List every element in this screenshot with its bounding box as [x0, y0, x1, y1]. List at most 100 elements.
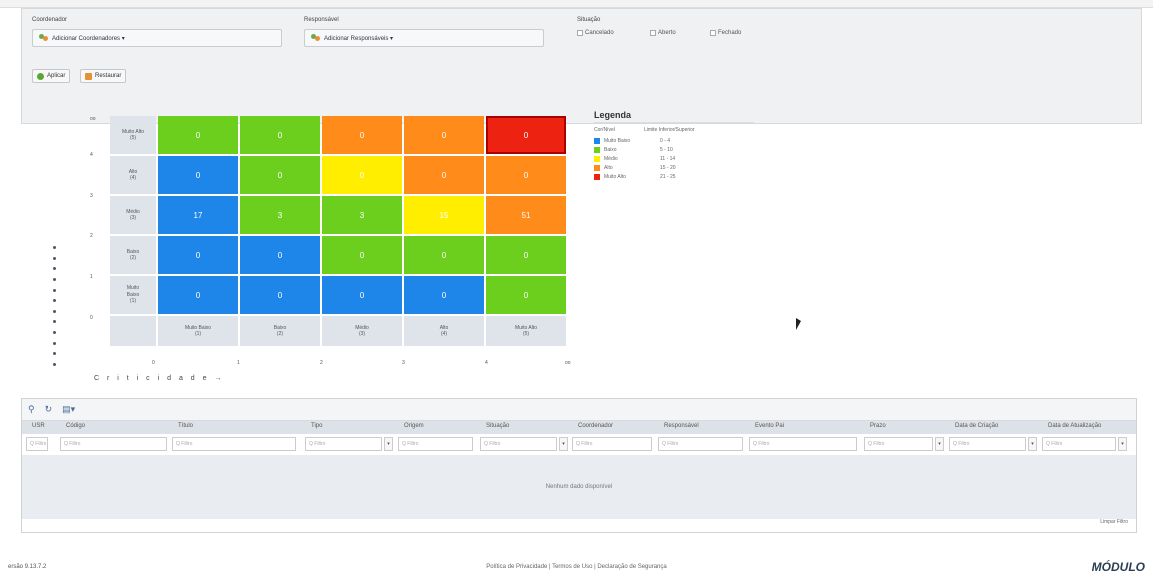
matrix-cell[interactable]: 0 — [404, 116, 484, 154]
grid-column-header[interactable]: Código — [66, 423, 85, 429]
grid-filter-dropdown[interactable]: ▾ — [384, 437, 393, 451]
matrix-cell[interactable]: 0 — [158, 116, 238, 154]
matrix-row-label: Muito Alto (5) — [110, 116, 156, 154]
grid-filter-input[interactable]: Q Filtro — [749, 437, 857, 451]
x-tick-label: 2 — [320, 360, 323, 366]
grid-filter-input[interactable]: Q Filtro — [1042, 437, 1116, 451]
grid-column-header[interactable]: Evento Pai — [755, 423, 784, 429]
matrix-cell[interactable]: 3 — [322, 196, 402, 234]
matrix-row-label: Muito Baixo (1) — [110, 276, 156, 314]
grid-empty-message: Nenhum dado disponível — [22, 455, 1136, 519]
grid-filter-input[interactable]: Q Filtro — [480, 437, 557, 451]
grid-column-header[interactable]: Data de Atualização — [1048, 423, 1101, 429]
clear-filter-link[interactable]: Limpar Filtro — [1100, 519, 1128, 525]
legend-range: 11 - 14 — [660, 155, 676, 162]
matrix-cell[interactable]: 0 — [404, 156, 484, 194]
matrix-col-label: Muito Alto (5) — [486, 316, 566, 346]
grid-column-header[interactable]: Situação — [486, 423, 509, 429]
grid-filter-dropdown[interactable]: ▾ — [935, 437, 944, 451]
grid-column-header[interactable]: USR — [32, 423, 45, 429]
legend-swatch — [594, 146, 600, 153]
legend-name: Médio — [604, 155, 618, 162]
legend-range: 21 - 25 — [660, 173, 676, 180]
grid-filter-dropdown[interactable]: ▾ — [1118, 437, 1127, 451]
grid-filter-input[interactable]: Q Filtro — [398, 437, 473, 451]
restore-button[interactable]: Restaurar — [80, 69, 127, 83]
legend-swatch — [594, 164, 600, 171]
matrix-cell[interactable]: 0 — [158, 236, 238, 274]
matrix-cell[interactable]: 0 — [322, 236, 402, 274]
grid-column-header[interactable]: Origem — [404, 423, 424, 429]
matrix-cell[interactable]: 0 — [240, 276, 320, 314]
coordenador-dropdown[interactable]: Adicionar Coordenadores ▾ — [32, 29, 282, 47]
grid-filter-dropdown[interactable]: ▾ — [1028, 437, 1037, 451]
matrix-cell[interactable]: 15 — [404, 196, 484, 234]
matrix-cell[interactable]: 0 — [240, 236, 320, 274]
mouse-cursor-icon — [796, 318, 801, 330]
responsavel-dropdown[interactable]: Adicionar Responsáveis ▾ — [304, 29, 544, 47]
grid-filter-input[interactable]: Q Filtro — [172, 437, 296, 451]
grid-column-header[interactable]: Tipo — [311, 423, 322, 429]
grid-filter-dropdown[interactable]: ▾ — [559, 437, 568, 451]
checkbox-label: Cancelado — [585, 30, 614, 36]
matrix-cell[interactable]: 0 — [240, 156, 320, 194]
grid-column-header[interactable]: Prazo — [870, 423, 886, 429]
matrix-cell[interactable]: 0 — [322, 116, 402, 154]
legend: Legenda Cor/Nível Limite Inferior/Superi… — [594, 110, 754, 181]
legend-swatch — [594, 173, 600, 180]
refresh-icon[interactable]: ↻ — [45, 404, 53, 415]
matrix-cell[interactable]: 0 — [158, 276, 238, 314]
matrix-cell[interactable]: 0 — [240, 116, 320, 154]
matrix-row-label: Médio (3) — [110, 196, 156, 234]
y-tick-label: 0 — [90, 315, 93, 321]
legend-header: Cor/Nível Limite Inferior/Superior — [594, 127, 754, 133]
matrix-cell[interactable]: 0 — [486, 156, 566, 194]
filter-panel: Coordenador Adicionar Coordenadores ▾ Re… — [21, 8, 1142, 124]
situacao-aberto-checkbox[interactable]: Aberto — [650, 30, 676, 36]
version-text: ersão 9.13.7.2 — [8, 564, 47, 570]
matrix-cell[interactable]: 17 — [158, 196, 238, 234]
situacao-fechado-checkbox[interactable]: Fechado — [710, 30, 741, 36]
grid-filter-input[interactable]: Q Filtro — [864, 437, 933, 451]
apply-button[interactable]: Aplicar — [32, 69, 71, 83]
grid-filter-input[interactable]: Q Filtro — [572, 437, 652, 451]
matrix-cell[interactable]: 51 — [486, 196, 566, 234]
legend-name: Muito Baixo — [604, 137, 631, 144]
matrix-cell[interactable]: 0 — [158, 156, 238, 194]
grid-column-header[interactable]: Título — [178, 423, 193, 429]
checkbox-label: Fechado — [718, 30, 742, 36]
legend-item: Alto 15 - 20 — [594, 163, 754, 172]
network-icon[interactable]: ⚲ — [28, 404, 35, 415]
y-tick-label: 2 — [90, 233, 93, 239]
matrix-cell[interactable]: 3 — [240, 196, 320, 234]
users-icon — [311, 34, 320, 42]
matrix-cell[interactable]: 0 — [486, 276, 566, 314]
grid-filter-input[interactable]: Q Filtro — [658, 437, 743, 451]
legend-name: Muito Alto — [604, 173, 626, 180]
top-bar — [0, 0, 1153, 8]
matrix-col-label: Médio (3) — [322, 316, 402, 346]
y-tick-label: 1 — [90, 274, 93, 280]
grid-column-header[interactable]: Responsável — [664, 423, 699, 429]
grid-filter-input[interactable]: Q Filtro — [305, 437, 382, 451]
matrix-cell[interactable]: 0 — [404, 236, 484, 274]
grid-column-header[interactable]: Data de Criação — [955, 423, 998, 429]
x-tick-label: 4 — [485, 360, 488, 366]
matrix-cell[interactable]: 0 — [322, 276, 402, 314]
matrix-cell[interactable]: 0 — [486, 116, 566, 154]
grid-filter-input[interactable]: Q Filtro — [949, 437, 1026, 451]
matrix-cell[interactable]: 0 — [322, 156, 402, 194]
export-icon[interactable]: ▤▾ — [62, 404, 75, 415]
matrix-cell[interactable]: 0 — [486, 236, 566, 274]
footer: Política de Privacidade | Termos de Uso … — [0, 557, 1153, 577]
footer-links[interactable]: Política de Privacidade | Termos de Uso … — [0, 564, 1153, 570]
grid-filter-input[interactable]: Q Filtro — [60, 437, 167, 451]
legend-title: Legenda — [594, 110, 632, 120]
checkbox-label: Aberto — [658, 30, 676, 36]
grid-filters: Q Filtro Q Filtro Q Filtro Q Filtro ▾ Q Filtr… — [22, 435, 1136, 453]
situacao-cancelado-checkbox[interactable]: Cancelado — [577, 30, 614, 36]
grid-filter-input[interactable]: Q Filtro — [26, 437, 48, 451]
x-tick-label: oo — [565, 360, 571, 366]
matrix-cell[interactable]: 0 — [404, 276, 484, 314]
grid-column-header[interactable]: Coordenador — [578, 423, 613, 429]
